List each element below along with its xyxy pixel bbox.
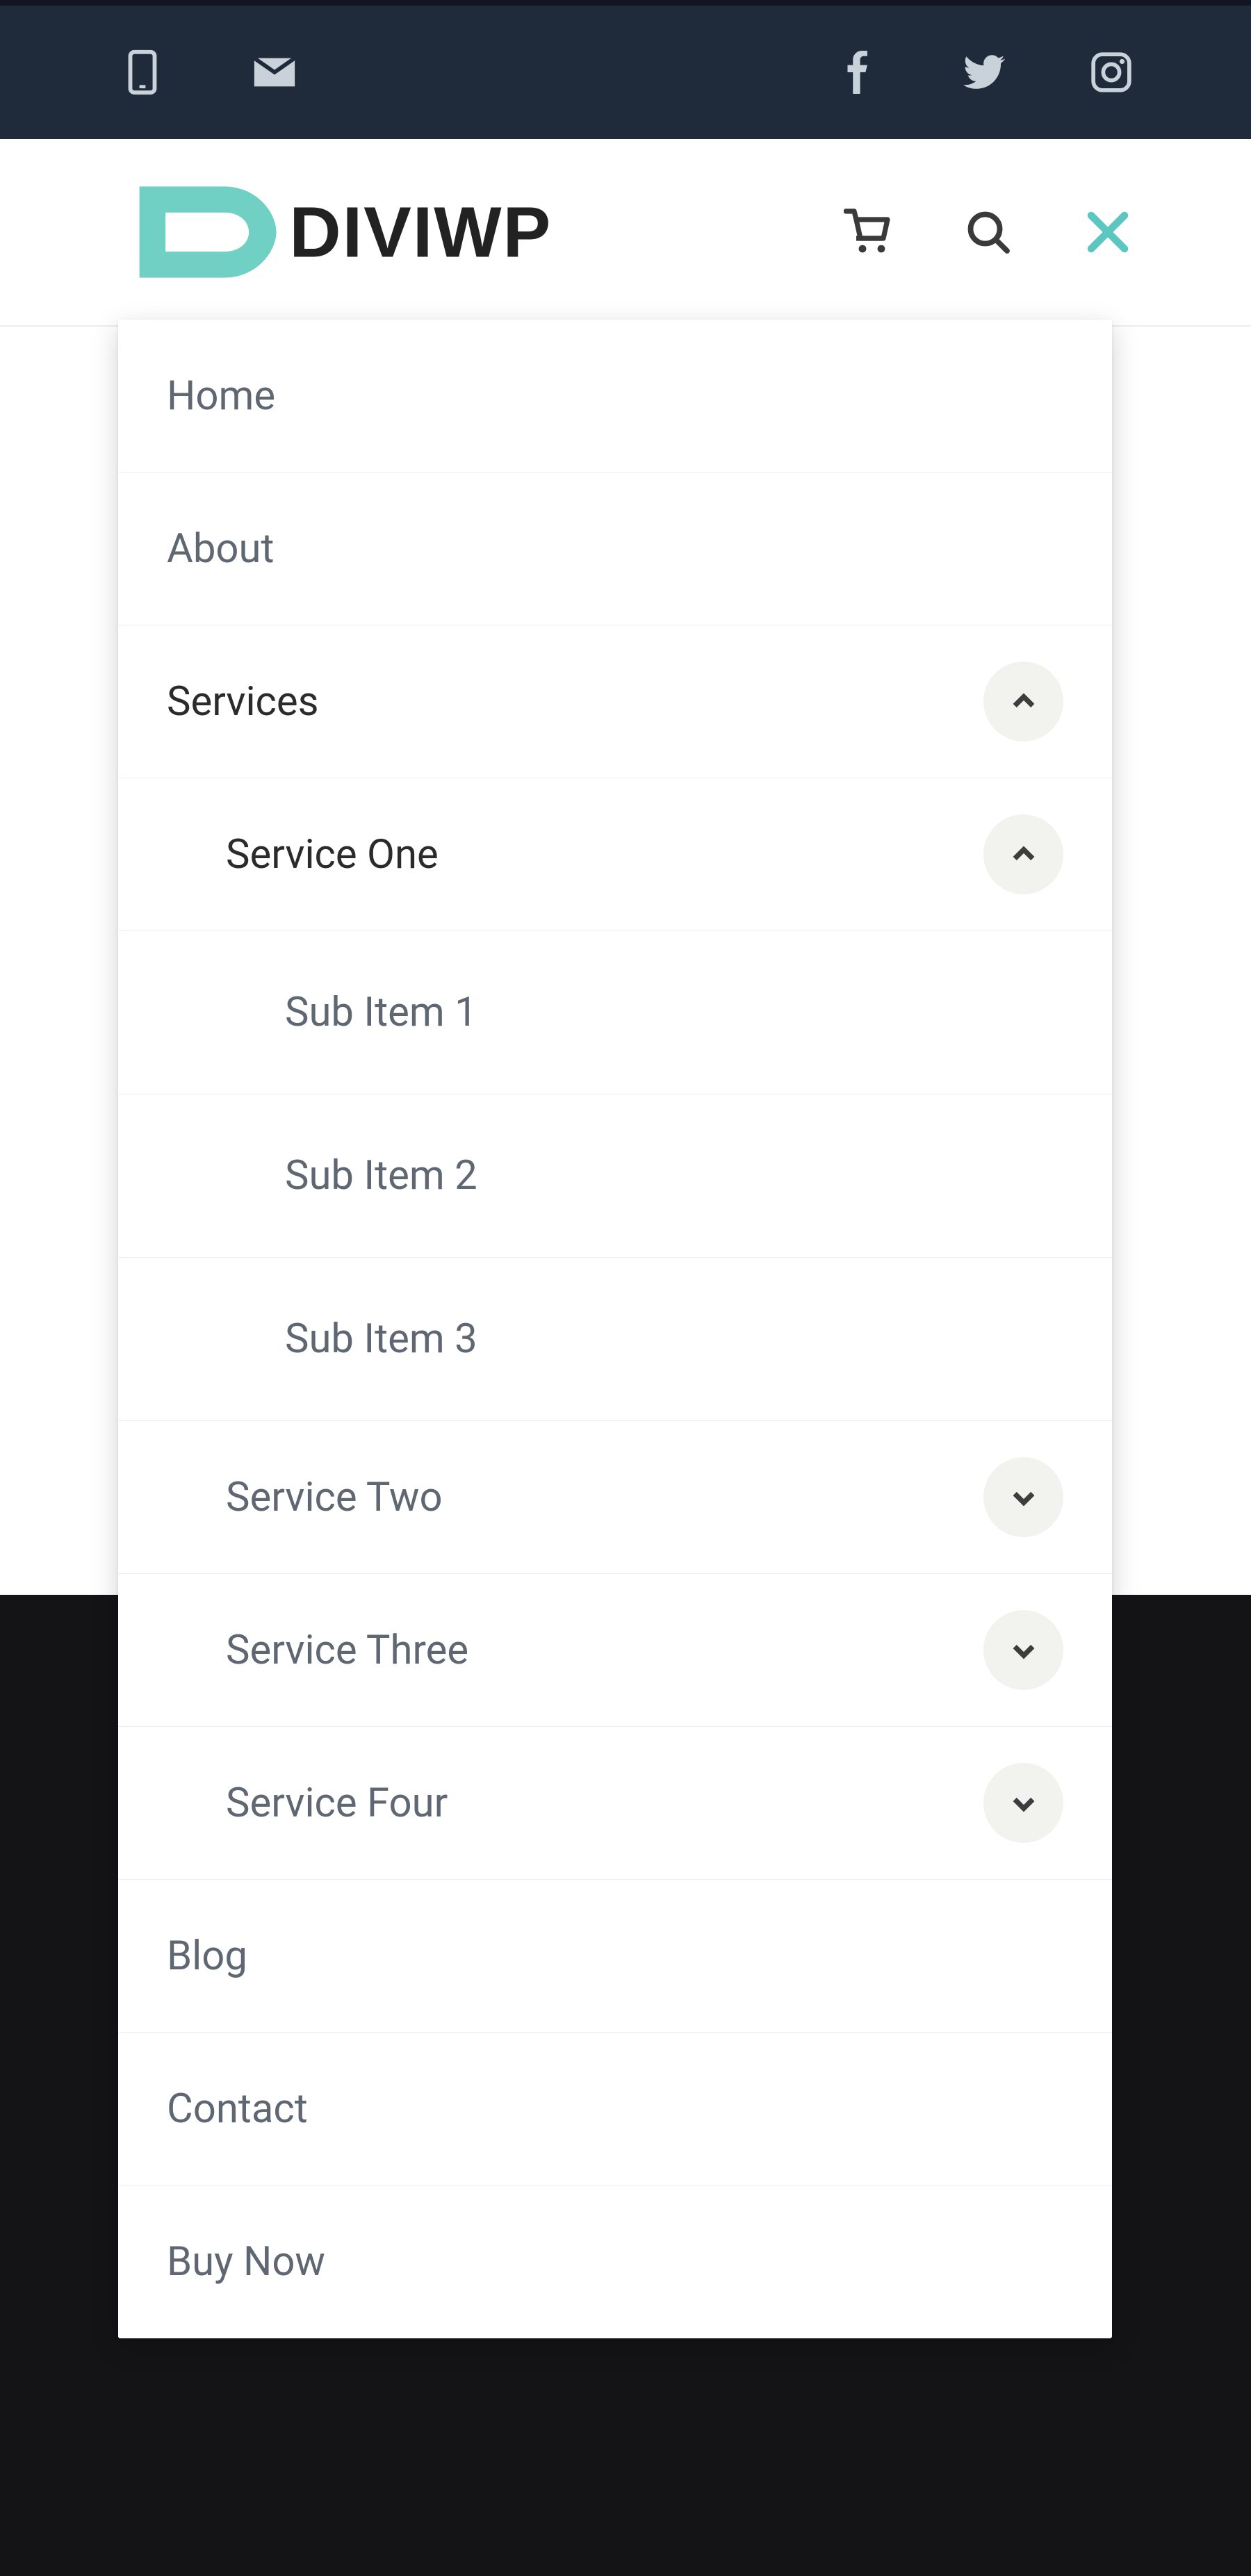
menu-item-label: Service One <box>226 831 439 878</box>
menu-item-label: Sub Item 2 <box>285 1152 477 1199</box>
menu-item-service-three[interactable]: Service Three <box>118 1574 1112 1727</box>
chevron-up-icon[interactable] <box>983 662 1063 741</box>
menu-item-contact[interactable]: Contact <box>118 2033 1112 2185</box>
menu-item-label: Blog <box>167 1933 247 1980</box>
menu-item-sub-2[interactable]: Sub Item 2 <box>118 1094 1112 1258</box>
search-icon[interactable] <box>963 207 1013 257</box>
menu-item-label: Sub Item 1 <box>285 989 477 1036</box>
svg-text:DIVIWP: DIVIWP <box>289 192 552 272</box>
menu-item-sub-3[interactable]: Sub Item 3 <box>118 1258 1112 1421</box>
chevron-down-icon[interactable] <box>983 1610 1063 1690</box>
cart-icon[interactable] <box>844 207 894 257</box>
menu-item-buy-now[interactable]: Buy Now <box>118 2185 1112 2338</box>
chevron-down-icon[interactable] <box>983 1763 1063 1843</box>
menu-item-services[interactable]: Services <box>118 625 1112 778</box>
menu-item-label: Service Three <box>226 1627 468 1674</box>
instagram-icon[interactable] <box>1090 51 1133 94</box>
phone-icon[interactable] <box>118 48 167 97</box>
menu-item-label: Sub Item 3 <box>285 1315 477 1363</box>
menu-item-about[interactable]: About <box>118 473 1112 625</box>
menu-item-blog[interactable]: Blog <box>118 1880 1112 2033</box>
mail-icon[interactable] <box>250 48 299 97</box>
topbar <box>0 0 1251 139</box>
facebook-icon[interactable] <box>837 51 880 94</box>
menu-item-label: Services <box>167 678 319 725</box>
menu-item-service-two[interactable]: Service Two <box>118 1421 1112 1574</box>
menu-item-home[interactable]: Home <box>118 320 1112 473</box>
menu-item-sub-1[interactable]: Sub Item 1 <box>118 931 1112 1094</box>
menu-item-label: Buy Now <box>167 2238 325 2286</box>
mobile-menu: Home About Services Service One Sub Item… <box>118 320 1112 2338</box>
twitter-icon[interactable] <box>963 51 1006 94</box>
chevron-up-icon[interactable] <box>983 814 1063 894</box>
menu-item-label: Contact <box>167 2085 308 2133</box>
topbar-right <box>837 51 1133 94</box>
menu-item-label: Service Four <box>226 1780 448 1827</box>
topbar-left <box>118 48 299 97</box>
menu-item-service-one[interactable]: Service One <box>118 778 1112 931</box>
menu-item-label: Service Two <box>226 1474 443 1521</box>
header: DIVIWP <box>0 139 1251 327</box>
logo[interactable]: DIVIWP <box>118 180 591 284</box>
menu-item-label: Home <box>167 372 275 420</box>
menu-item-label: About <box>167 525 274 573</box>
header-actions <box>844 207 1133 257</box>
chevron-down-icon[interactable] <box>983 1457 1063 1537</box>
menu-item-service-four[interactable]: Service Four <box>118 1727 1112 1880</box>
close-icon[interactable] <box>1083 207 1133 257</box>
